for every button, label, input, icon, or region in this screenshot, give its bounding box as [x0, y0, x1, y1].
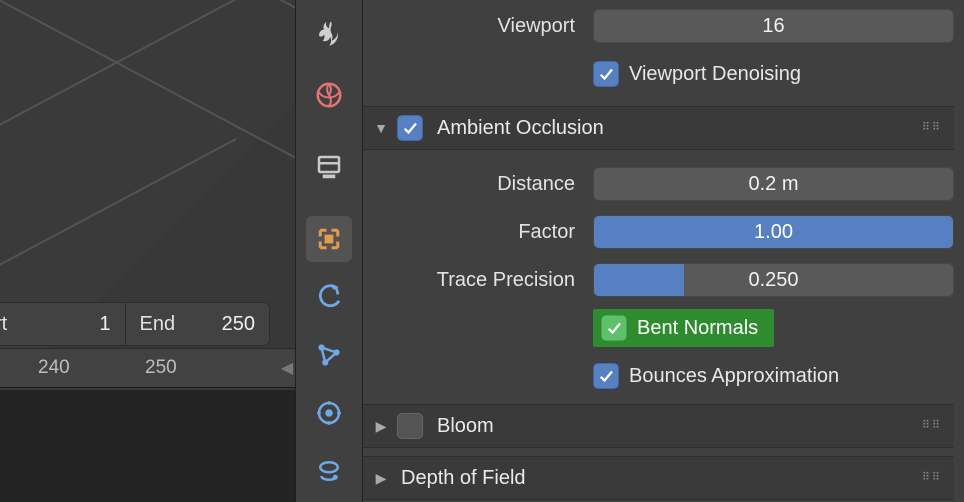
- tab-world-icon[interactable]: [306, 274, 352, 320]
- properties-tab-strip: ◀: [295, 0, 363, 502]
- tab-particles-icon[interactable]: [306, 448, 352, 494]
- ao-distance-field[interactable]: 0.2 m: [593, 167, 954, 201]
- timeline-end-label: End: [140, 313, 176, 336]
- section-ambient-occlusion-header[interactable]: ▼ Ambient Occlusion ⠿⠿: [363, 106, 954, 150]
- tab-object-icon[interactable]: [306, 332, 352, 378]
- viewport-samples-label: Viewport: [363, 15, 593, 38]
- tab-modifier-icon[interactable]: [306, 390, 352, 436]
- grid-line: [0, 0, 295, 189]
- drag-handle-icon[interactable]: ⠿⠿: [922, 476, 942, 481]
- checkbox-checked-icon: [593, 363, 619, 389]
- viewport-area[interactable]: rt 1 End 250 240 250: [0, 0, 295, 502]
- timeline-ruler[interactable]: 240 250: [0, 348, 295, 388]
- checkbox-checked-icon: [593, 61, 619, 87]
- viewport-denoising-checkbox[interactable]: Viewport Denoising: [593, 61, 801, 87]
- tab-output-icon[interactable]: [306, 72, 352, 118]
- grid-line: [0, 0, 236, 282]
- section-dof-header[interactable]: ▶ Depth of Field ⠿⠿: [363, 456, 954, 500]
- drag-handle-icon[interactable]: ⠿⠿: [922, 126, 942, 131]
- chevron-down-icon: ▼: [371, 120, 391, 136]
- tab-viewlayer-icon[interactable]: [306, 144, 352, 190]
- timeline-start-label: rt: [0, 313, 7, 336]
- chevron-right-icon: ▶: [371, 418, 391, 435]
- ao-factor-label: Factor: [363, 221, 593, 244]
- drag-handle-icon[interactable]: ⠿⠿: [922, 424, 942, 429]
- chevron-right-icon: ▶: [371, 470, 391, 487]
- ruler-tick: 240: [38, 357, 70, 379]
- timeline-end-value: 250: [222, 313, 255, 336]
- ao-trace-label: Trace Precision: [363, 269, 593, 292]
- collapse-panel-icon[interactable]: ◀: [278, 356, 296, 380]
- timeline-start-value: 1: [99, 313, 110, 336]
- ao-trace-field[interactable]: 0.250: [593, 263, 954, 297]
- section-bloom-enable-checkbox[interactable]: [397, 413, 423, 439]
- grid-line: [0, 0, 295, 339]
- ruler-tick: 250: [145, 357, 177, 379]
- ao-bent-normals-checkbox[interactable]: Bent Normals: [593, 309, 774, 347]
- viewport-samples-field[interactable]: 16: [593, 9, 954, 43]
- timeline-start-field[interactable]: rt 1: [0, 303, 125, 345]
- ao-factor-field[interactable]: 1.00: [593, 215, 954, 249]
- tab-render-icon[interactable]: [306, 14, 352, 60]
- properties-panel: Viewport 16 Viewport Denoising ▼: [363, 0, 964, 502]
- timeline-range[interactable]: rt 1 End 250: [0, 302, 270, 346]
- section-bloom-header[interactable]: ▶ Bloom ⠿⠿: [363, 404, 954, 448]
- tab-scene-icon[interactable]: [306, 216, 352, 262]
- ao-distance-label: Distance: [363, 173, 593, 196]
- timeline-track[interactable]: [0, 390, 295, 502]
- timeline-end-field[interactable]: End 250: [125, 303, 270, 345]
- section-ao-enable-checkbox[interactable]: [397, 115, 423, 141]
- ao-bounces-checkbox[interactable]: Bounces Approximation: [593, 363, 839, 389]
- checkbox-checked-icon: [601, 315, 627, 341]
